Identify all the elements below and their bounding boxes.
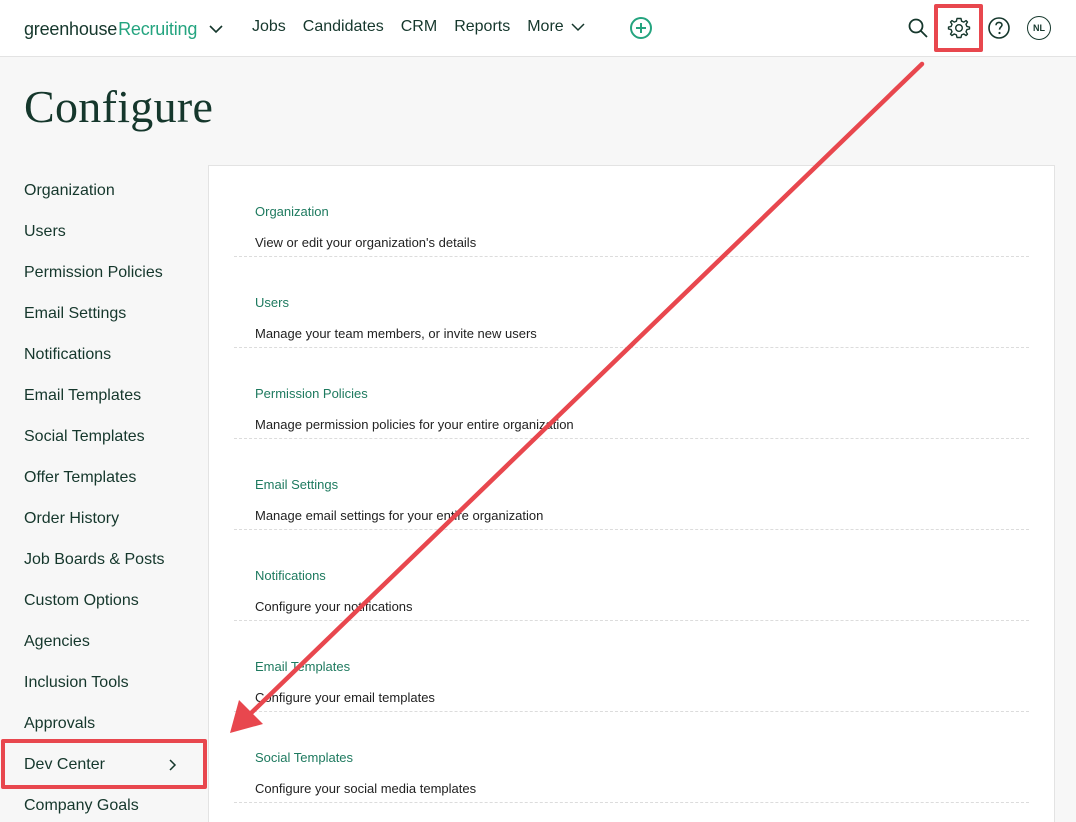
- sidebar-item-inclusion-tools[interactable]: Inclusion Tools: [24, 662, 204, 703]
- chevron-down-icon[interactable]: [207, 20, 225, 38]
- sidebar-item-label: Email Settings: [24, 304, 127, 322]
- page-title: Configure: [24, 81, 214, 132]
- sidebar-item-permission-policies[interactable]: Permission Policies: [24, 252, 204, 293]
- nav-candidates[interactable]: Candidates: [303, 18, 384, 36]
- sidebar-item-job-boards-posts[interactable]: Job Boards & Posts: [24, 539, 204, 580]
- sidebar-item-label: Notifications: [24, 345, 112, 363]
- sidebar-item-label: Approvals: [24, 714, 96, 732]
- section-description: Manage permission policies for your enti…: [255, 417, 574, 432]
- gear-icon[interactable]: [947, 16, 971, 40]
- sidebar-item-label: Users: [24, 222, 66, 240]
- sidebar-item-label: Job Boards & Posts: [24, 550, 165, 568]
- section-description: Manage email settings for your entire or…: [255, 508, 544, 523]
- section-email-templates: Email Templates Configure your email tem…: [234, 621, 1029, 712]
- chevron-right-icon: [164, 757, 180, 773]
- chevron-down-icon: [570, 19, 586, 35]
- sidebar-item-users[interactable]: Users: [24, 211, 204, 252]
- sidebar-item-label: Dev Center: [24, 755, 105, 773]
- sidebar-item-company-goals[interactable]: Company Goals: [24, 785, 204, 822]
- sidebar-item-notifications[interactable]: Notifications: [24, 334, 204, 375]
- section-link-social-templates[interactable]: Social Templates: [255, 750, 353, 765]
- user-avatar[interactable]: NL: [1027, 16, 1051, 40]
- section-permission-policies: Permission Policies Manage permission po…: [234, 348, 1029, 439]
- brand-logo[interactable]: greenhouse Recruiting: [24, 17, 225, 41]
- section-description: View or edit your organization's details: [255, 235, 477, 250]
- question-circle-icon[interactable]: [987, 16, 1011, 40]
- section-link-organization[interactable]: Organization: [255, 204, 329, 219]
- section-description: Configure your social media templates: [255, 781, 477, 796]
- sidebar-item-email-templates[interactable]: Email Templates: [24, 375, 204, 416]
- section-link-email-templates[interactable]: Email Templates: [255, 659, 350, 674]
- sidebar-item-label: Organization: [24, 181, 115, 199]
- sidebar-item-agencies[interactable]: Agencies: [24, 621, 204, 662]
- sidebar-item-dev-center[interactable]: Dev Center: [24, 744, 204, 785]
- brand-name: greenhouse: [24, 18, 118, 39]
- sidebar-item-organization[interactable]: Organization: [24, 170, 204, 211]
- sidebar-item-label: Offer Templates: [24, 468, 137, 486]
- sidebar: Organization Users Permission Policies E…: [24, 170, 204, 822]
- nav-crm[interactable]: CRM: [401, 18, 437, 36]
- section-link-email-settings[interactable]: Email Settings: [255, 477, 338, 492]
- sidebar-item-label: Inclusion Tools: [24, 673, 129, 691]
- section-notifications: Notifications Configure your notificatio…: [234, 530, 1029, 621]
- section-link-permission-policies[interactable]: Permission Policies: [255, 386, 368, 401]
- sidebar-item-label: Custom Options: [24, 591, 139, 609]
- sidebar-item-label: Email Templates: [24, 386, 142, 404]
- section-link-users[interactable]: Users: [255, 295, 289, 310]
- section-social-templates: Social Templates Configure your social m…: [234, 712, 1029, 803]
- search-icon[interactable]: [906, 16, 930, 40]
- sidebar-item-social-templates[interactable]: Social Templates: [24, 416, 204, 457]
- section-description: Configure your notifications: [255, 599, 413, 614]
- nav-jobs[interactable]: Jobs: [252, 18, 286, 36]
- sidebar-item-custom-options[interactable]: Custom Options: [24, 580, 204, 621]
- plus-circle-icon[interactable]: [629, 16, 653, 40]
- sidebar-item-label: Permission Policies: [24, 263, 163, 281]
- section-users: Users Manage your team members, or invit…: [234, 257, 1029, 348]
- configure-panel: Organization View or edit your organizat…: [208, 165, 1055, 822]
- nav-reports[interactable]: Reports: [454, 18, 510, 36]
- avatar-initials: NL: [1033, 23, 1045, 33]
- section-description: Configure your email templates: [255, 690, 435, 705]
- sidebar-item-label: Social Templates: [24, 427, 145, 445]
- sidebar-item-label: Agencies: [24, 632, 90, 650]
- section-organization: Organization View or edit your organizat…: [234, 166, 1029, 257]
- top-navigation: greenhouse Recruiting Jobs Candidates CR…: [0, 0, 1076, 57]
- brand-product: Recruiting: [118, 18, 198, 39]
- sidebar-item-approvals[interactable]: Approvals: [24, 703, 204, 744]
- section-link-notifications[interactable]: Notifications: [255, 568, 326, 583]
- section-description: Manage your team members, or invite new …: [255, 326, 537, 341]
- sidebar-item-order-history[interactable]: Order History: [24, 498, 204, 539]
- sidebar-item-label: Order History: [24, 509, 120, 527]
- section-email-settings: Email Settings Manage email settings for…: [234, 439, 1029, 530]
- sidebar-item-label: Company Goals: [24, 796, 139, 814]
- sidebar-item-offer-templates[interactable]: Offer Templates: [24, 457, 204, 498]
- nav-more[interactable]: More: [527, 18, 585, 36]
- nav-more-label: More: [527, 18, 564, 35]
- sidebar-item-email-settings[interactable]: Email Settings: [24, 293, 204, 334]
- main-nav: Jobs Candidates CRM Reports More: [252, 18, 603, 36]
